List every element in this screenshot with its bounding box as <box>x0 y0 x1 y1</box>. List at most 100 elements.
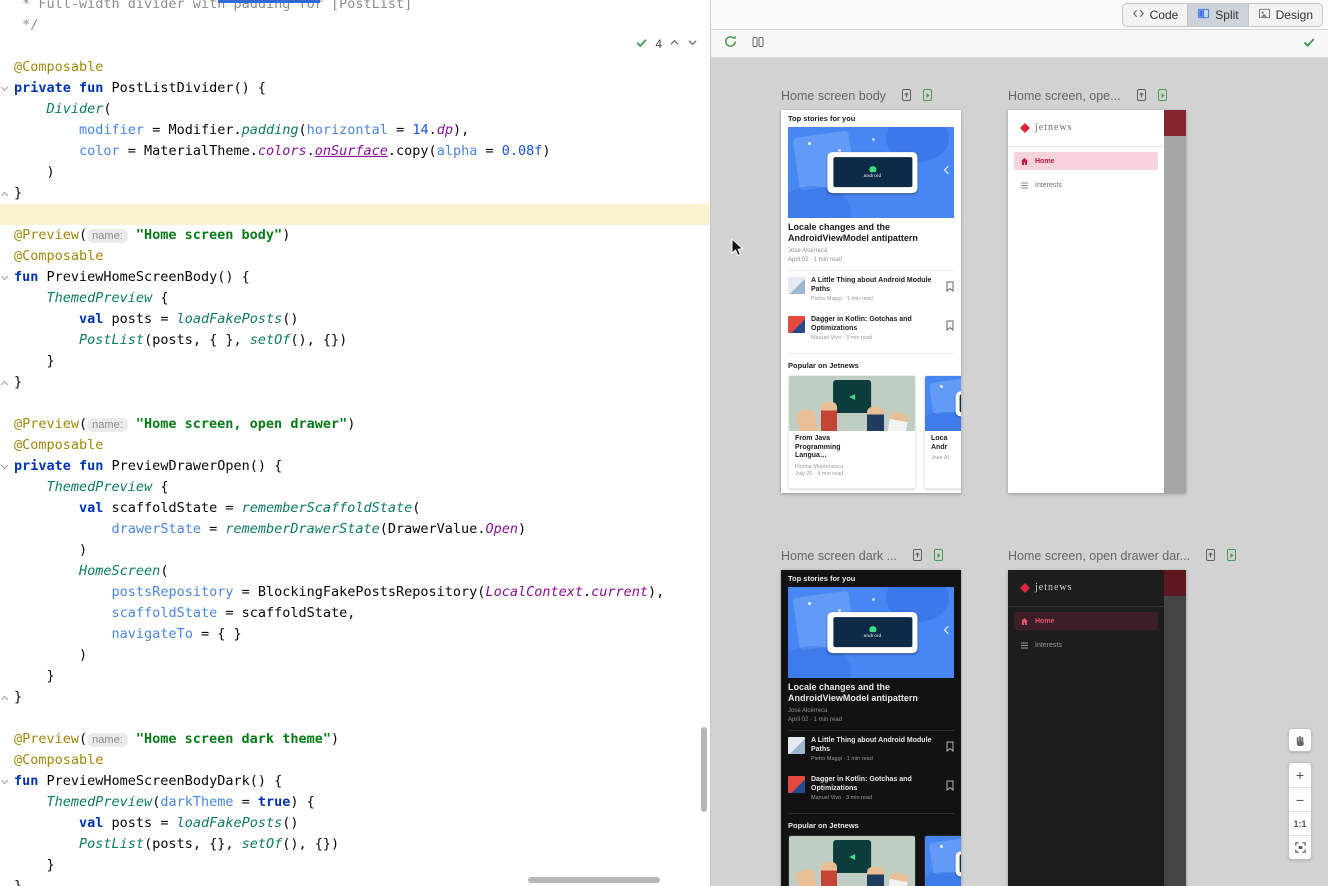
code-line[interactable]: } <box>0 372 710 393</box>
code-line[interactable] <box>0 204 710 225</box>
interactive-mode-icon[interactable] <box>911 548 924 565</box>
build-refresh-icon[interactable] <box>723 34 738 54</box>
post-list-item[interactable]: A Little Thing about Android Module Path… <box>788 737 954 762</box>
code-line[interactable] <box>0 708 710 729</box>
code-line[interactable]: Divider( <box>0 99 710 120</box>
fold-marker-icon[interactable] <box>1 462 8 469</box>
code-line[interactable]: PostList(posts, {}, setOf(), {}) <box>0 834 710 855</box>
code-line[interactable]: * Full-width divider with padding for [P… <box>0 0 710 15</box>
code-line[interactable]: @Composable <box>0 57 710 78</box>
code-line[interactable]: @Preview(name: "Home screen body") <box>0 225 710 246</box>
editor-gutter <box>0 771 13 792</box>
drawer-item-interests[interactable]: Interests <box>1014 176 1158 194</box>
prev-issue-icon[interactable] <box>669 37 680 51</box>
popular-carousel[interactable]: From Java Programming Langua… Florina Mu… <box>788 375 961 489</box>
code-line[interactable]: } <box>0 666 710 687</box>
code-line[interactable]: ThemedPreview(darkTheme = true) { <box>0 792 710 813</box>
post-list-item[interactable]: Dagger in Kotlin: Gotchas and Optimizati… <box>788 776 954 801</box>
code-line[interactable]: fun PreviewHomeScreenBody() { <box>0 267 710 288</box>
zoom-fit-button[interactable] <box>1289 835 1311 859</box>
code-line[interactable]: } <box>0 351 710 372</box>
code-line[interactable]: @Preview(name: "Home screen dark theme") <box>0 729 710 750</box>
editor-vertical-scrollbar[interactable] <box>701 727 707 812</box>
split-mode-icon <box>1197 7 1210 23</box>
fold-marker-icon[interactable] <box>1 696 8 703</box>
view-options-icon[interactable] <box>751 35 765 54</box>
code-line[interactable]: ) <box>0 162 710 183</box>
run-preview-icon[interactable] <box>921 88 934 105</box>
code-line[interactable]: PostList(posts, { }, setOf(), {}) <box>0 330 710 351</box>
fold-marker-icon[interactable] <box>1 777 8 784</box>
code-line[interactable] <box>0 393 710 414</box>
preview-surface[interactable]: Top stories for you android Locale chang… <box>781 570 961 886</box>
code-line[interactable]: scaffoldState = scaffoldState, <box>0 603 710 624</box>
code-line[interactable]: private fun PreviewDrawerOpen() { <box>0 456 710 477</box>
popular-card[interactable]: android LocaAndr Jose Al <box>924 375 961 489</box>
code-editor[interactable]: * Full-width divider with padding for [P… <box>0 0 710 886</box>
code-line[interactable]: @Composable <box>0 750 710 771</box>
zoom-actual-button[interactable]: 1:1 <box>1289 811 1311 835</box>
tab-code[interactable]: Code <box>1123 4 1188 26</box>
code-line[interactable]: @Preview(name: "Home screen, open drawer… <box>0 414 710 435</box>
code-line[interactable]: val posts = loadFakePosts() <box>0 813 710 834</box>
code-line[interactable]: private fun PostListDivider() { <box>0 78 710 99</box>
next-issue-icon[interactable] <box>687 37 698 51</box>
popular-carousel[interactable]: From Java Programming Langua… Florina Mu… <box>788 835 961 886</box>
preview-surface[interactable]: Top stories for you android Locale chang… <box>781 110 961 493</box>
popular-card[interactable]: From Java Programming Langua… Florina Mu… <box>788 835 916 886</box>
code-line[interactable]: } <box>0 183 710 204</box>
code-line[interactable]: drawerState = rememberDrawerState(Drawer… <box>0 519 710 540</box>
code-line[interactable]: */ <box>0 15 710 36</box>
tab-split[interactable]: Split <box>1187 4 1247 26</box>
post-list-item[interactable]: A Little Thing about Android Module Path… <box>788 277 954 302</box>
interactive-mode-icon[interactable] <box>900 88 913 105</box>
fold-marker-icon[interactable] <box>1 381 8 388</box>
bookmark-icon[interactable] <box>946 778 954 801</box>
tab-design[interactable]: Design <box>1248 4 1322 26</box>
code-line[interactable]: @Composable <box>0 435 710 456</box>
run-preview-icon[interactable] <box>932 548 945 565</box>
preview-surface[interactable]: jetnews Home Interests <box>1008 570 1186 886</box>
code-line[interactable]: HomeScreen( <box>0 561 710 582</box>
code-line[interactable]: ThemedPreview { <box>0 288 710 309</box>
editor-horizontal-scrollbar[interactable] <box>528 877 660 883</box>
code-line[interactable]: val scaffoldState = rememberScaffoldStat… <box>0 498 710 519</box>
code-line[interactable]: fun PreviewHomeScreenBodyDark() { <box>0 771 710 792</box>
inspections-widget[interactable]: 4 <box>635 36 698 52</box>
bookmark-icon[interactable] <box>946 279 954 302</box>
bookmark-icon[interactable] <box>946 739 954 762</box>
interactive-mode-icon[interactable] <box>1204 548 1217 565</box>
fold-marker-icon[interactable] <box>1 273 8 280</box>
fold-marker-icon[interactable] <box>1 192 8 199</box>
bookmark-icon[interactable] <box>946 318 954 341</box>
preview-canvas[interactable]: Home screen body Top stories for you and… <box>711 58 1328 886</box>
zoom-in-button[interactable]: + <box>1289 763 1311 787</box>
zoom-out-button[interactable]: − <box>1289 787 1311 811</box>
code-line[interactable]: @Composable <box>0 246 710 267</box>
drawer-item-home[interactable]: Home <box>1014 152 1158 170</box>
code-line[interactable]: val posts = loadFakePosts() <box>0 309 710 330</box>
inspections-count: 4 <box>655 37 662 51</box>
code-line[interactable]: ThemedPreview { <box>0 477 710 498</box>
popular-card[interactable]: android LocaAndr Jose Al <box>924 835 961 886</box>
fold-marker-icon[interactable] <box>1 84 8 91</box>
code-line[interactable]: navigateTo = { } <box>0 624 710 645</box>
popular-card[interactable]: From Java Programming Langua… Florina Mu… <box>788 375 916 489</box>
post-list-item[interactable]: Dagger in Kotlin: Gotchas and Optimizati… <box>788 316 954 341</box>
run-preview-icon[interactable] <box>1225 548 1238 565</box>
editor-gutter <box>0 624 13 645</box>
code-line[interactable]: color = MaterialTheme.colors.onSurface.c… <box>0 141 710 162</box>
code-line[interactable]: } <box>0 855 710 876</box>
interactive-mode-icon[interactable] <box>1135 88 1148 105</box>
code-line[interactable]: ) <box>0 645 710 666</box>
code-line[interactable] <box>0 36 710 57</box>
code-line[interactable]: } <box>0 687 710 708</box>
pan-button[interactable] <box>1288 728 1312 752</box>
code-line[interactable]: postsRepository = BlockingFakePostsRepos… <box>0 582 710 603</box>
run-preview-icon[interactable] <box>1156 88 1169 105</box>
preview-surface[interactable]: jetnews Home Interests <box>1008 110 1186 493</box>
code-line[interactable]: modifier = Modifier.padding(horizontal =… <box>0 120 710 141</box>
drawer-item-home[interactable]: Home <box>1014 612 1158 630</box>
drawer-item-interests[interactable]: Interests <box>1014 636 1158 654</box>
code-line[interactable]: ) <box>0 540 710 561</box>
